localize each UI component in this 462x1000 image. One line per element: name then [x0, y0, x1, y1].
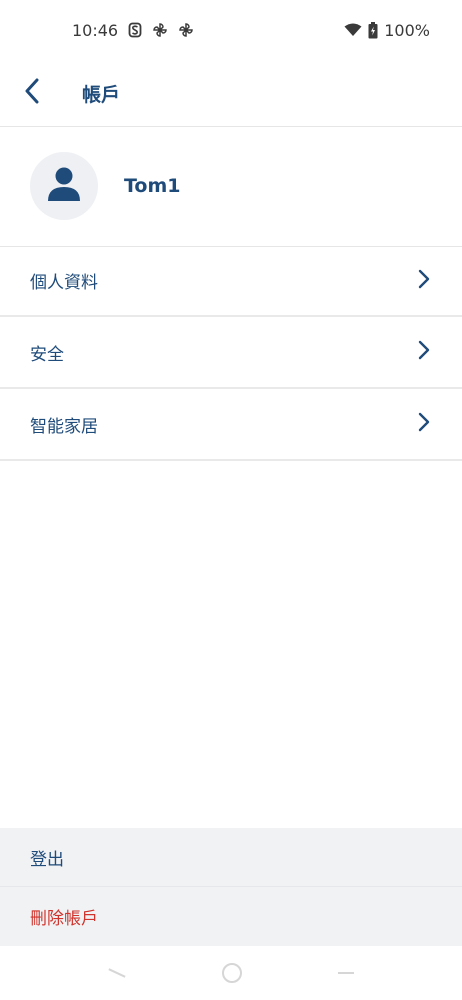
nav-back-icon[interactable] [108, 968, 126, 978]
pinwheel-icon [178, 22, 194, 38]
person-icon [44, 164, 84, 208]
chevron-left-icon [24, 78, 40, 108]
status-bar: 10:46 100% [0, 0, 462, 60]
profile-header: Tom1 [0, 126, 462, 247]
back-button[interactable] [0, 60, 64, 126]
battery-charging-icon [368, 21, 378, 39]
chevron-right-icon [418, 269, 430, 293]
menu-item-security[interactable]: 安全 [0, 317, 462, 389]
page-title: 帳戶 [82, 83, 121, 106]
account-actions: 登出 刪除帳戶 [0, 828, 462, 946]
battery-percent: 100% [384, 20, 430, 40]
username: Tom1 [124, 175, 181, 197]
status-time: 10:46 [72, 20, 119, 40]
logout-button[interactable]: 登出 [0, 828, 462, 887]
status-left: 10:46 [72, 21, 194, 40]
menu-item-label: 個人資料 [30, 273, 98, 293]
chevron-right-icon [418, 340, 430, 364]
menu-item-smart-home[interactable]: 智能家居 [0, 389, 462, 461]
status-right: 100% [344, 21, 430, 40]
settings-menu: 個人資料 安全 智能家居 [0, 246, 462, 461]
nav-home-icon[interactable] [222, 963, 242, 983]
s-notification-icon [128, 22, 142, 38]
nav-recent-icon[interactable] [338, 972, 354, 974]
avatar [30, 152, 98, 220]
chevron-right-icon [418, 412, 430, 436]
menu-item-personal-info[interactable]: 個人資料 [0, 246, 462, 317]
app-bar: 帳戶 [0, 60, 462, 127]
menu-item-label: 智能家居 [30, 416, 98, 437]
menu-item-label: 安全 [30, 344, 64, 365]
pinwheel-icon [152, 22, 168, 38]
delete-account-button[interactable]: 刪除帳戶 [0, 887, 462, 946]
wifi-icon [344, 23, 362, 37]
system-nav-bar [0, 946, 462, 1000]
